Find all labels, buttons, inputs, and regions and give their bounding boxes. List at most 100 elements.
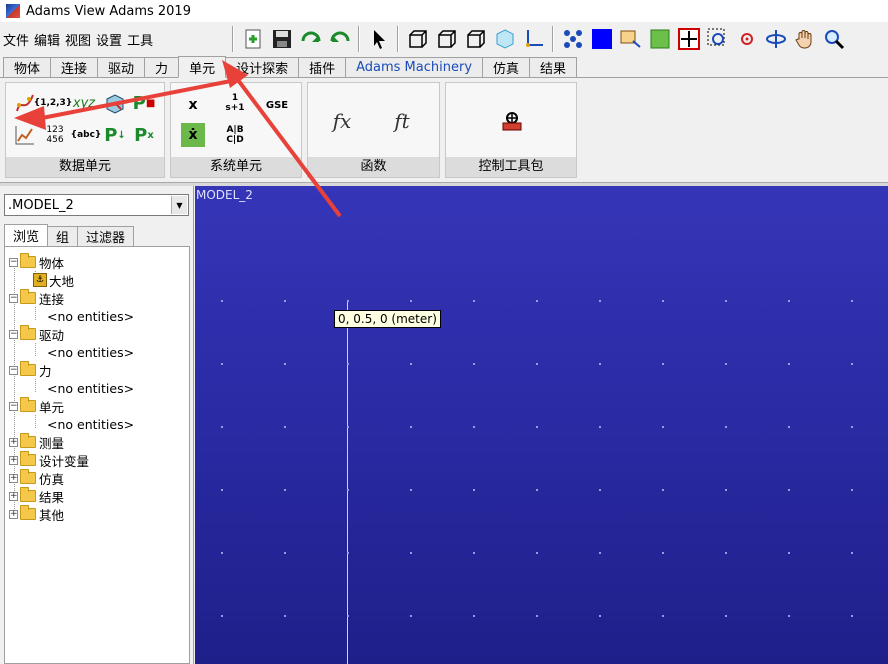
plot-icon[interactable]	[11, 121, 39, 149]
tree-leaf-ground[interactable]: ⚓ 大地	[5, 271, 189, 289]
zoom-icon[interactable]	[819, 25, 848, 53]
center-icon[interactable]	[732, 25, 761, 53]
tree-node-motions[interactable]: − 驱动	[5, 325, 189, 343]
grid-point	[725, 426, 727, 428]
zoom-region-icon[interactable]	[703, 25, 732, 53]
render-icon[interactable]	[587, 25, 616, 53]
tree-node-measures[interactable]: + 测量	[5, 433, 189, 451]
grid-point	[221, 426, 223, 428]
state-variable-icon[interactable]: x	[179, 91, 207, 119]
toolbar-grip	[232, 26, 234, 52]
group-data-elements: {1,2,3} xyz P ■ 123 456 {abc} P ↓ Px 数据单元	[5, 82, 165, 178]
function-time-icon[interactable]: ft	[388, 107, 416, 135]
zoom-box-icon[interactable]	[616, 25, 645, 53]
transfer-function-icon[interactable]: 1 s+1	[221, 89, 249, 117]
fit-icon[interactable]	[645, 25, 674, 53]
grid-point	[536, 615, 538, 617]
save-icon[interactable]	[267, 25, 296, 53]
grid-point	[536, 363, 538, 365]
function-builder-icon[interactable]: fx	[328, 107, 356, 135]
tree-node-bodies[interactable]: − 物体	[5, 253, 189, 271]
grid-point	[851, 615, 853, 617]
material-icon[interactable]	[101, 89, 129, 117]
tab-adams-machinery[interactable]: Adams Machinery	[345, 57, 484, 77]
graphics-viewport[interactable]: MODEL_2 0, 0.5, 0 (meter)	[195, 186, 888, 664]
viewport-model-name: MODEL_2	[196, 188, 253, 202]
array-icon[interactable]: {1,2,3}	[34, 89, 72, 117]
menu-tools[interactable]: 工具	[127, 30, 158, 49]
menu-file[interactable]: 文件	[3, 30, 34, 49]
tab-elements[interactable]: 单元	[178, 56, 227, 78]
grid-point	[599, 552, 601, 554]
tab-plugins[interactable]: 插件	[298, 57, 347, 77]
group-label-data-elements: 数据单元	[6, 157, 164, 177]
expand-icon[interactable]: +	[9, 455, 18, 465]
tab-results[interactable]: 结果	[529, 57, 578, 77]
icons-toggle-icon[interactable]	[558, 25, 587, 53]
pan-icon[interactable]	[790, 25, 819, 53]
triad-icon[interactable]	[519, 25, 548, 53]
view-top-icon[interactable]	[432, 25, 461, 53]
menu-edit[interactable]: 编辑	[34, 30, 65, 49]
collapse-icon[interactable]: −	[9, 293, 18, 303]
tree-node-connectors[interactable]: − 连接	[5, 289, 189, 307]
grid-point	[473, 300, 475, 302]
collapse-icon[interactable]: −	[9, 257, 18, 267]
tab-groups[interactable]: 组	[47, 226, 79, 246]
tree-node-results[interactable]: + 结果	[5, 487, 189, 505]
view-iso-icon[interactable]	[490, 25, 519, 53]
expand-icon[interactable]: +	[9, 473, 18, 483]
collapse-icon[interactable]: −	[9, 329, 18, 339]
collapse-icon[interactable]: −	[9, 365, 18, 375]
expand-icon[interactable]: +	[9, 491, 18, 501]
point-x-icon[interactable]: Px	[130, 121, 158, 149]
grid-point	[788, 363, 790, 365]
rotate-icon[interactable]	[761, 25, 790, 53]
new-model-icon[interactable]	[238, 25, 267, 53]
select-icon[interactable]	[364, 25, 393, 53]
matrix-icon[interactable]: 123 456	[41, 121, 69, 149]
chevron-down-icon[interactable]: ▼	[171, 196, 187, 214]
menu-settings[interactable]: 设置	[96, 30, 127, 49]
tree-node-label: 仿真	[39, 471, 65, 487]
anchor-icon: ⚓	[33, 273, 47, 287]
tab-filters[interactable]: 过滤器	[77, 226, 135, 246]
model-select[interactable]: .MODEL_2 ▼	[4, 194, 189, 216]
menu-view[interactable]: 视图	[65, 30, 96, 49]
tree-node-design-variables[interactable]: + 设计变量	[5, 451, 189, 469]
tab-forces[interactable]: 力	[144, 57, 180, 77]
linear-state-equation-icon[interactable]: A|B C|D	[221, 121, 249, 149]
tree-node-other[interactable]: + 其他	[5, 505, 189, 523]
grid-point	[410, 363, 412, 365]
folder-icon	[20, 397, 36, 412]
controls-block-icon[interactable]	[498, 107, 526, 135]
folder-icon	[20, 361, 36, 376]
point-variable-icon[interactable]: P ↓	[101, 121, 129, 149]
grid-point	[725, 552, 727, 554]
point-icon[interactable]: P ■	[130, 89, 158, 117]
fit-all-icon[interactable]	[674, 25, 703, 53]
coordinate-readout: 0, 0.5, 0 (meter)	[334, 310, 441, 328]
tab-bodies[interactable]: 物体	[3, 57, 52, 77]
tab-connectors[interactable]: 连接	[50, 57, 99, 77]
adams-logo-icon	[6, 4, 20, 18]
redo-icon[interactable]	[325, 25, 354, 53]
tree-node-elements[interactable]: − 单元	[5, 397, 189, 415]
string-icon[interactable]: {abc}	[71, 121, 102, 149]
gse-icon[interactable]: GSE	[263, 91, 291, 119]
differential-equation-icon[interactable]: ẋ	[181, 123, 205, 147]
view-right-icon[interactable]	[461, 25, 490, 53]
collapse-icon[interactable]: −	[9, 401, 18, 411]
tree-node-forces[interactable]: − 力	[5, 361, 189, 379]
expand-icon[interactable]: +	[9, 509, 18, 519]
tab-design-exploration[interactable]: 设计探索	[225, 57, 300, 77]
tab-motions[interactable]: 驱动	[97, 57, 146, 77]
tab-browse[interactable]: 浏览	[4, 224, 49, 246]
curve-icon[interactable]: xyz	[70, 89, 98, 117]
tree-node-simulations[interactable]: + 仿真	[5, 469, 189, 487]
tree-leaf-empty: <no entities>	[47, 416, 135, 432]
undo-icon[interactable]	[296, 25, 325, 53]
view-front-icon[interactable]	[403, 25, 432, 53]
tab-simulation[interactable]: 仿真	[482, 57, 531, 77]
expand-icon[interactable]: +	[9, 437, 18, 447]
